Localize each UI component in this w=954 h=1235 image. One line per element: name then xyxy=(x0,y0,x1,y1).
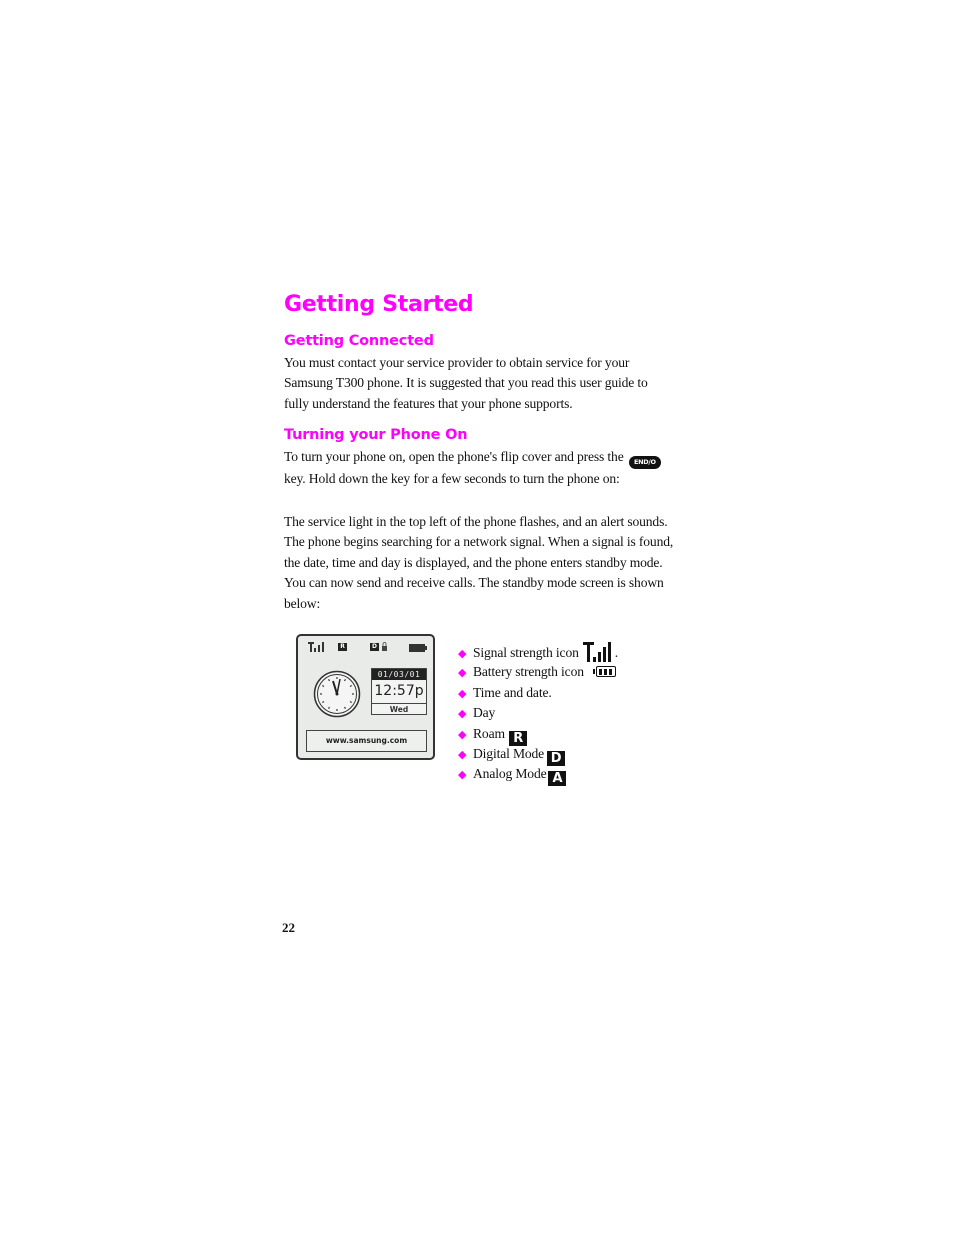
digital-mode-icon: D xyxy=(370,643,379,651)
bullet-diamond-icon: ◆ xyxy=(458,648,467,660)
day-display: Wed xyxy=(389,705,409,714)
signal-strength-icon xyxy=(582,642,611,662)
date-time-box: 01/03/01 12:57p Wed xyxy=(371,668,427,715)
screen-icon-legend: ◆ Signal strength icon . ◆ Battery strengt… xyxy=(458,642,618,787)
legend-label: Time and date. xyxy=(473,684,552,700)
time-display: 12:57p xyxy=(372,680,426,704)
bullet-diamond-icon: ◆ xyxy=(458,708,467,721)
list-item: ◆ Time and date. xyxy=(458,683,618,703)
legend-label: Battery strength icon xyxy=(473,664,584,680)
legend-label: Roam xyxy=(473,725,505,741)
standby-description-paragraph: The service light in the top left of the… xyxy=(284,514,674,611)
legend-suffix: . xyxy=(614,645,618,660)
section-heading-turning-on: Turning your Phone On xyxy=(284,427,468,443)
analog-clock-icon xyxy=(313,670,361,718)
turning-on-text-before: To turn your phone on, open the phone's … xyxy=(284,449,624,464)
legend-label: Day xyxy=(473,705,496,721)
analog-mode-icon: A xyxy=(548,771,567,787)
lock-icon xyxy=(382,642,387,651)
legend-label: Signal strength icon xyxy=(473,645,579,660)
standby-screen-illustration: R D 01/03/01 12:57p Wed www.samsung.com xyxy=(296,634,435,760)
section-heading-getting-connected: Getting Connected xyxy=(284,333,434,349)
signal-strength-icon xyxy=(308,642,326,652)
list-item: ◆ Analog Mode A xyxy=(458,764,618,787)
list-item: ◆ Roam R xyxy=(458,724,618,746)
date-display: 01/03/01 xyxy=(372,669,426,680)
turning-on-paragraph: To turn your phone on, open the phone's … xyxy=(284,447,674,489)
end-key-icon: END/O xyxy=(628,456,661,469)
getting-connected-paragraph: You must contact your service provider t… xyxy=(284,355,648,411)
list-item: ◆ Digital Mode D xyxy=(458,744,618,766)
list-item: ◆ Battery strength icon xyxy=(458,662,618,682)
page-title: Getting Started xyxy=(284,292,474,317)
battery-icon xyxy=(592,666,616,678)
turning-on-text-after: key. Hold down the key for a few seconds… xyxy=(284,471,620,486)
status-bar: R D xyxy=(298,636,433,656)
legend-label: Digital Mode xyxy=(473,745,545,761)
roam-icon: R xyxy=(338,643,347,651)
legend-label: Analog Mode xyxy=(473,766,547,782)
bullet-diamond-icon: ◆ xyxy=(458,748,467,761)
bullet-diamond-icon: ◆ xyxy=(458,728,467,741)
page-number: 22 xyxy=(282,920,295,935)
banner-url: www.samsung.com xyxy=(306,730,427,752)
list-item: ◆ Signal strength icon . xyxy=(458,642,618,662)
bullet-diamond-icon: ◆ xyxy=(458,687,467,700)
battery-icon xyxy=(409,644,427,652)
bullet-diamond-icon: ◆ xyxy=(458,667,467,680)
list-item: ◆ Day xyxy=(458,703,618,723)
bullet-diamond-icon: ◆ xyxy=(458,769,467,782)
